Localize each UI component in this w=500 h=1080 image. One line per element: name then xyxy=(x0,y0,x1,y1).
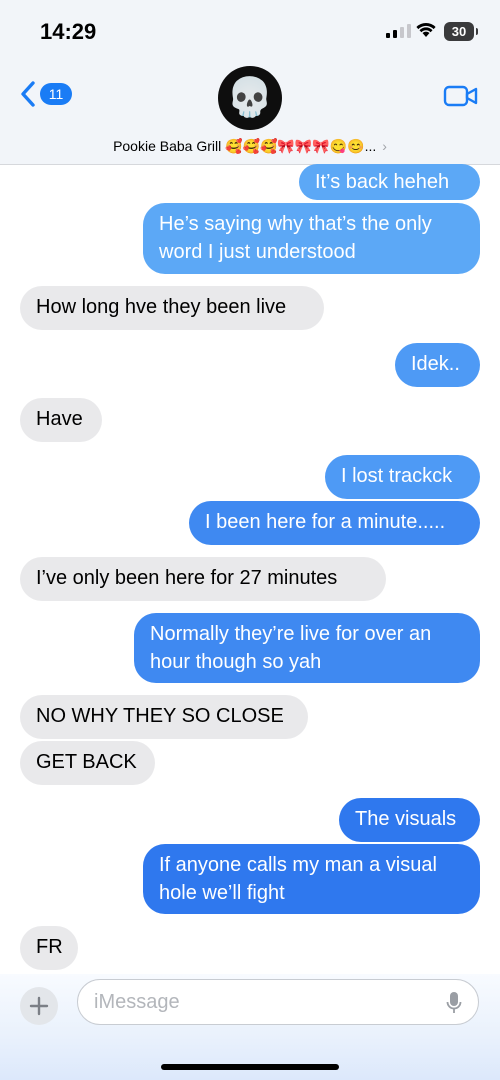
message-text: I’ve only been here for 27 minutes xyxy=(36,567,338,589)
signal-icon xyxy=(386,24,411,38)
message-bubble-outgoing[interactable]: I lost trackck xyxy=(325,455,480,499)
chat-name-label: Pookie Baba Grill 🥰🥰🥰🎀🎀🎀😋😊... xyxy=(113,138,377,154)
message-text: How long hve they been live xyxy=(36,296,287,318)
message-bubble-outgoing[interactable]: Normally they’re live for over an hour t… xyxy=(134,613,480,683)
conversation-header: 11 💀 Pookie Baba Grill 🥰🥰🥰🎀🎀🎀😋😊... › xyxy=(0,62,500,165)
message-input[interactable]: iMessage xyxy=(77,979,479,1025)
message-text: He’s saying why that’s the only xyxy=(159,213,432,235)
message-text: It’s back heheh xyxy=(315,171,450,193)
message-text: I been here for a minute..... xyxy=(205,511,446,533)
chat-name[interactable]: Pookie Baba Grill 🥰🥰🥰🎀🎀🎀😋😊... › xyxy=(0,138,500,155)
message-bubble-incoming[interactable]: Have xyxy=(20,398,102,442)
message-bubble-outgoing[interactable]: The visuals xyxy=(339,798,480,842)
message-bubble-outgoing[interactable]: If anyone calls my man a visual hole we’… xyxy=(143,844,480,914)
message-bubble-incoming[interactable]: I’ve only been here for 27 minutes xyxy=(20,557,386,601)
message-input-placeholder: iMessage xyxy=(94,991,180,1013)
message-text: The visuals xyxy=(355,808,457,830)
message-text: FR xyxy=(36,936,63,958)
message-bubble-outgoing[interactable]: Idek.. xyxy=(395,343,480,387)
battery-icon: 30 xyxy=(444,22,478,41)
message-bubble-incoming[interactable]: GET BACK xyxy=(20,741,155,785)
message-bubble-outgoing[interactable]: He’s saying why that’s the only word I j… xyxy=(143,203,480,274)
video-camera-icon xyxy=(443,85,478,107)
status-time: 14:29 xyxy=(40,19,97,44)
video-call-button[interactable] xyxy=(443,84,479,113)
status-bar: 14:29 30 xyxy=(0,0,500,62)
message-bubble-outgoing[interactable]: It’s back heheh xyxy=(299,164,480,200)
message-text: Have xyxy=(36,408,83,430)
message-bubble-incoming[interactable]: NO WHY THEY SO CLOSE xyxy=(20,695,308,739)
message-bubble-incoming[interactable]: FR xyxy=(20,926,78,970)
add-attachment-button[interactable] xyxy=(20,987,58,1025)
message-bubble-outgoing[interactable]: I been here for a minute..... xyxy=(189,501,480,545)
message-text: If anyone calls my man a visual xyxy=(159,854,437,876)
message-text: Normally they’re live for over an xyxy=(150,623,432,645)
plus-icon xyxy=(29,996,49,1016)
skull-emoji-avatar: 💀 xyxy=(226,77,274,119)
unread-count-badge: 11 xyxy=(40,83,72,105)
message-text: I lost trackck xyxy=(341,465,453,487)
dictation-button[interactable] xyxy=(446,991,462,1020)
message-text: hole we’ll fight xyxy=(159,882,285,904)
microphone-icon xyxy=(446,992,462,1013)
back-button[interactable]: 11 xyxy=(20,80,72,108)
message-text: Idek.. xyxy=(411,353,460,375)
wifi-icon xyxy=(414,20,438,43)
message-text: word I just understood xyxy=(159,241,356,263)
home-indicator[interactable] xyxy=(161,1064,339,1070)
message-text: NO WHY THEY SO CLOSE xyxy=(36,705,284,727)
back-chevron-icon xyxy=(21,81,35,107)
message-bubble-incoming[interactable]: How long hve they been live xyxy=(20,286,324,330)
chevron-right-icon: › xyxy=(382,138,387,154)
message-text: GET BACK xyxy=(36,751,137,773)
message-text: hour though so yah xyxy=(150,651,322,673)
avatar[interactable]: 💀 xyxy=(218,66,282,130)
